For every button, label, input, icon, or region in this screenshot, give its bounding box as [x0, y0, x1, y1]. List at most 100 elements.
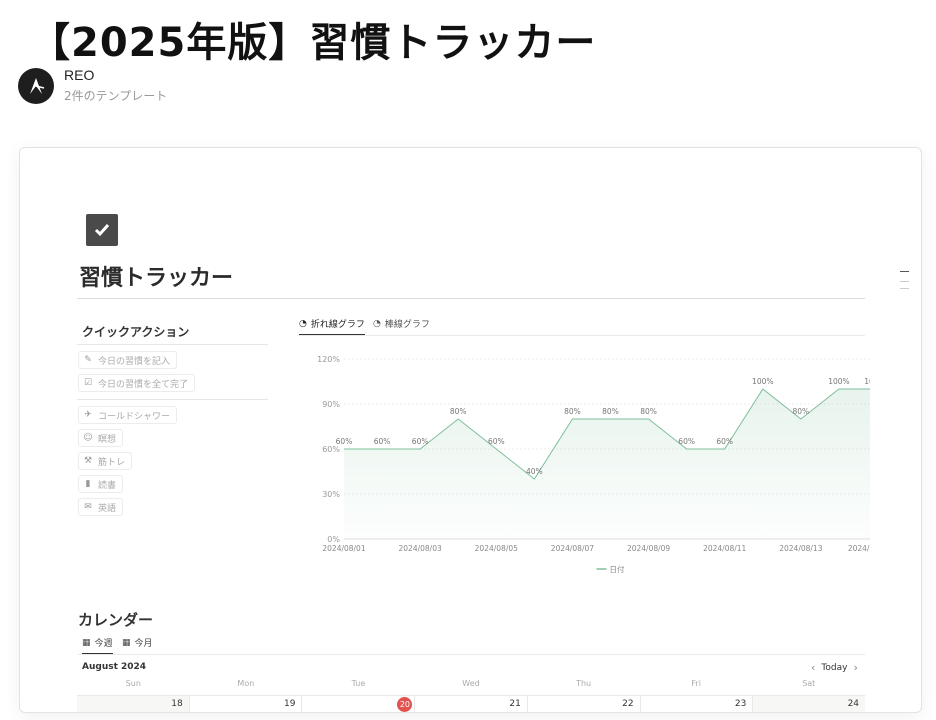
avatar[interactable] [18, 67, 54, 104]
calendar-heading: カレンダー [78, 611, 154, 629]
meditation-icon: ☺ [83, 433, 93, 443]
calendar-grid: Sun Mon Tue Wed Thu Fri Sat 18 19 20 21 … [77, 679, 866, 712]
checkbox-icon [86, 214, 118, 246]
data-label: 80% [602, 407, 619, 416]
day-number: 24 [847, 699, 860, 709]
tab-bar-chart[interactable]: ◔ 棒線グラフ [373, 317, 430, 331]
today-button[interactable]: Today [821, 663, 847, 673]
author-block[interactable]: REO 2件のテンプレート [18, 67, 167, 104]
outline-marker[interactable] [900, 281, 909, 282]
dumbbell-icon: ⚒ [83, 456, 93, 466]
template-preview-card: 習慣トラッカー クイックアクション ✎ 今日の習慣を記入 ☑ 今日の習慣を全て完… [19, 147, 922, 713]
button-label: 英語 [98, 503, 117, 514]
day-number: 18 [171, 699, 183, 709]
doc-title: 習慣トラッカー [79, 266, 234, 291]
x-tick-label: 2024/08/09 [627, 544, 670, 553]
weekday-header: Sun Mon Tue Wed Thu Fri Sat [77, 679, 865, 695]
outline-marker[interactable] [900, 271, 909, 272]
english-button[interactable]: ✉ 英語 [78, 498, 124, 516]
day-number: 23 [734, 699, 747, 709]
data-label: 60% [336, 437, 353, 446]
weekday-label: Fri [691, 679, 701, 688]
shower-icon: ✈ [84, 410, 92, 420]
today-badge: 20 [397, 697, 413, 712]
x-tick-label: 2024/08/05 [475, 544, 518, 553]
divider [77, 399, 268, 400]
calendar-icon: ▦ [82, 637, 91, 648]
calendar-day[interactable]: 23 [639, 696, 753, 712]
calendar-tabs: ▦ 今週 ▦ 今月 [78, 635, 865, 655]
calendar-month: August 2024 [82, 662, 147, 672]
data-label: 100% [864, 377, 870, 386]
checkbox-icon: ☑ [83, 378, 93, 388]
chat-icon: ✉ [84, 502, 92, 512]
x-tick-label: 2024/08/07 [551, 544, 594, 553]
fill-today-button[interactable]: ✎ 今日の習慣を記入 [78, 351, 178, 369]
calendar-week-row: 18 19 20 21 22 23 24 [77, 695, 866, 712]
edit-icon: ✎ [84, 355, 92, 365]
bar-chart-icon: ◔ [373, 318, 381, 329]
tab-this-week[interactable]: ▦ 今週 [82, 636, 113, 654]
y-tick-label: 90% [322, 400, 340, 409]
data-label: 80% [640, 407, 657, 416]
line-chart-icon: ◔ [299, 318, 307, 329]
data-label: 80% [450, 407, 467, 416]
button-label: コールドシャワー [98, 411, 171, 422]
habit-completion-chart: 0%30%60%90%120%60% 60% 60%80%60%40%80% 80% 8… [317, 355, 870, 574]
button-label: 読書 [98, 480, 117, 491]
calendar-day[interactable]: 21 [414, 696, 527, 712]
data-label: 60% [488, 437, 505, 446]
calendar-day-today[interactable]: 20 [301, 696, 414, 712]
legend-label: 日付 [610, 564, 625, 574]
x-tick-label: 2024/08/11 [703, 544, 746, 553]
weekday-label: Thu [576, 679, 592, 688]
outline-marker[interactable] [900, 288, 909, 289]
weekday-label: Sat [802, 679, 816, 688]
chevron-left-icon[interactable]: ‹ [811, 661, 815, 674]
divider [77, 344, 268, 345]
data-label: 80% [564, 407, 581, 416]
author-name[interactable]: REO [64, 67, 167, 83]
complete-all-button[interactable]: ☑ 今日の習慣を全て完了 [78, 374, 196, 392]
quick-actions-heading: クイックアクション [82, 325, 190, 339]
tab-this-month[interactable]: ▦ 今月 [122, 636, 153, 650]
y-tick-label: 60% [322, 445, 340, 454]
calendar-day[interactable]: 22 [526, 696, 640, 712]
book-icon: ▮ [85, 479, 91, 489]
divider [77, 298, 865, 299]
tab-line-chart[interactable]: ◔ 折れ線グラフ [299, 317, 365, 335]
meditation-button[interactable]: ☺ 瞑想 [78, 429, 124, 447]
data-label: 100% [828, 377, 849, 386]
logo-icon [30, 77, 45, 94]
calendar-day[interactable]: 19 [188, 696, 302, 712]
calendar-day[interactable]: 18 [77, 696, 189, 712]
button-label: 今日の習慣を全て完了 [98, 379, 189, 390]
data-label: 60% [716, 437, 733, 446]
template-count: 2件のテンプレート [64, 89, 168, 103]
weekday-label: Wed [462, 679, 480, 688]
data-label: 60% [678, 437, 695, 446]
tab-label: 今月 [134, 639, 153, 649]
calendar-icon: ▦ [122, 637, 131, 648]
y-tick-label: 0% [327, 535, 340, 544]
x-tick-label: 2024/08... [848, 544, 870, 553]
y-tick-label: 120% [317, 355, 340, 364]
x-tick-label: 2024/08/03 [399, 544, 442, 553]
data-label: 80% [793, 407, 810, 416]
data-label: 60% [412, 437, 429, 446]
button-label: 瞑想 [98, 434, 117, 445]
cold-shower-button[interactable]: ✈ コールドシャワー [78, 406, 178, 424]
workout-button[interactable]: ⚒ 筋トレ [78, 452, 133, 470]
reading-button[interactable]: ▮ 読書 [78, 475, 124, 493]
data-label: 60% [374, 437, 391, 446]
day-number: 21 [509, 699, 521, 709]
page-title: 【2025年版】習慣トラッカー [30, 20, 597, 66]
y-tick-label: 30% [322, 490, 340, 499]
x-tick-label: 2024/08/01 [322, 544, 365, 553]
data-label: 40% [526, 467, 543, 476]
day-number: 19 [283, 699, 296, 709]
tab-label: 折れ線グラフ [310, 320, 365, 330]
chevron-right-icon[interactable]: › [853, 661, 857, 674]
calendar-day[interactable]: 24 [752, 696, 866, 712]
weekday-label: Tue [351, 679, 366, 688]
